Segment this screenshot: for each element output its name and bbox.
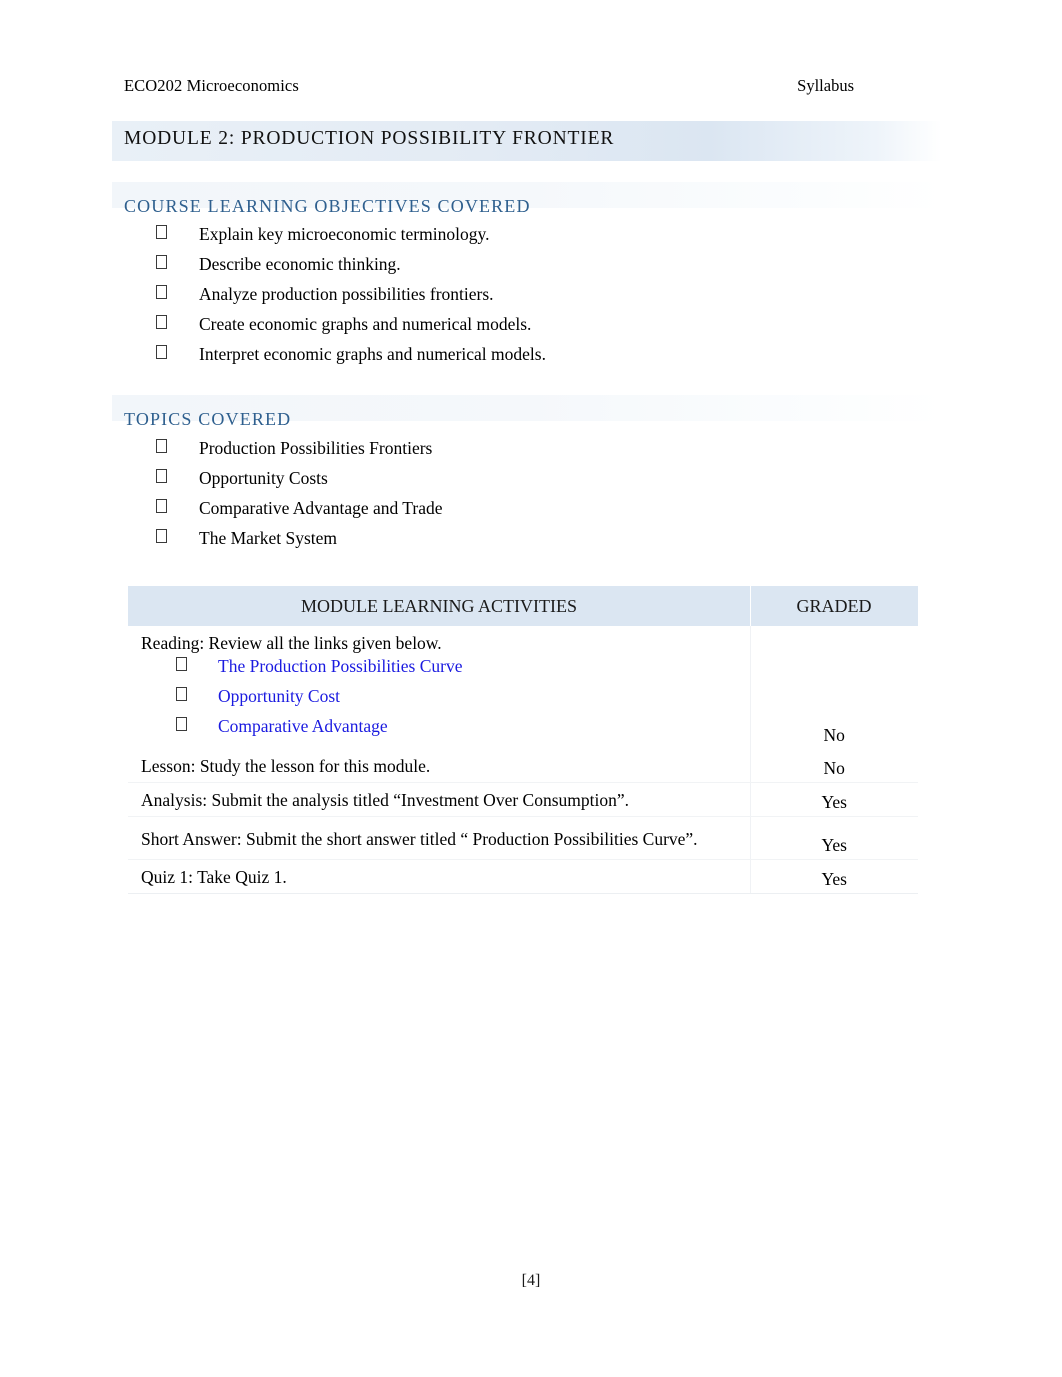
list-item-label: Interpret economic graphs and numerical … <box>199 344 546 364</box>
activity-cell: Short Answer: Submit the short answer ti… <box>128 816 751 861</box>
list-item-label: Describe economic thinking. <box>199 254 401 274</box>
graded-value-cell: No <box>750 749 918 783</box>
column-header-graded: GRADED <box>750 586 918 626</box>
bullet-box-icon <box>156 225 167 239</box>
list-item: Describe economic thinking. <box>124 254 884 284</box>
table-row: Lesson: Study the lesson for this module… <box>128 749 918 783</box>
list-item-label: Analyze production possibilities frontie… <box>199 284 494 304</box>
table-row: Reading: Review all the links given belo… <box>128 626 918 749</box>
bullet-box-icon <box>156 499 167 513</box>
bullet-box-icon <box>156 255 167 269</box>
course-name: ECO202 Microeconomics <box>124 76 299 95</box>
document-running-header: ECO202 Microeconomics Syllabus <box>124 76 938 96</box>
module-title: MODULE 2: PRODUCTION POSSIBILITY FRONTIE… <box>124 128 615 149</box>
table-row: Short Answer: Submit the short answer ti… <box>128 816 918 861</box>
reading-link-row: Opportunity Cost <box>141 686 740 716</box>
column-header-activities: MODULE LEARNING ACTIVITIES <box>128 586 750 626</box>
list-item-label: Create economic graphs and numerical mod… <box>199 314 532 334</box>
reading-intro-text: Reading: Review all the links given belo… <box>141 633 442 653</box>
page-number: [4] <box>521 1272 541 1289</box>
document-page: ECO202 Microeconomics Syllabus MODULE 2:… <box>0 0 1062 1377</box>
activity-text: Analysis: Submit the analysis titled “In… <box>141 790 630 810</box>
link-comparative-advantage[interactable]: Comparative Advantage <box>218 716 388 737</box>
bullet-box-icon <box>176 717 187 731</box>
bullet-box-icon <box>176 687 187 701</box>
module-activities-table: MODULE LEARNING ACTIVITIES GRADED Readin… <box>128 586 918 895</box>
objectives-list: Explain key microeconomic terminology. D… <box>124 224 884 374</box>
reading-activity-cell: Reading: Review all the links given belo… <box>128 626 751 749</box>
list-item: Create economic graphs and numerical mod… <box>124 314 884 344</box>
bullet-box-icon <box>176 657 187 671</box>
bullet-box-icon <box>156 315 167 329</box>
topics-list: Production Possibilities Frontiers Oppor… <box>124 438 884 558</box>
graded-value-cell: No <box>823 725 845 745</box>
list-item: Explain key microeconomic terminology. <box>124 224 884 254</box>
table-row: Analysis: Submit the analysis titled “In… <box>128 782 918 817</box>
activity-cell: Analysis: Submit the analysis titled “In… <box>128 782 751 817</box>
graded-value-cell: Yes <box>750 782 918 817</box>
list-item-label: Comparative Advantage and Trade <box>199 498 443 518</box>
activity-cell: Lesson: Study the lesson for this module… <box>128 749 751 783</box>
list-item-label: The Market System <box>199 528 338 548</box>
link-production-possibilities-curve[interactable]: The Production Possibilities Curve <box>218 656 463 677</box>
graded-value-cell: Yes <box>750 816 918 861</box>
document-kind: Syllabus <box>797 76 854 95</box>
table-row: Quiz 1: Take Quiz 1. Yes <box>128 859 918 895</box>
list-item: The Market System <box>124 528 884 558</box>
activity-text: Lesson: Study the lesson for this module… <box>141 756 431 776</box>
list-item-label: Opportunity Costs <box>199 468 328 488</box>
list-item: Analyze production possibilities frontie… <box>124 284 884 314</box>
graded-value-cell: Yes <box>750 859 918 895</box>
objectives-heading: COURSE LEARNING OBJECTIVES COVERED <box>124 196 531 216</box>
list-item: Interpret economic graphs and numerical … <box>124 344 884 374</box>
list-item-label: Production Possibilities Frontiers <box>199 438 433 458</box>
table-header-row: MODULE LEARNING ACTIVITIES GRADED <box>128 586 918 626</box>
bullet-box-icon <box>156 529 167 543</box>
reading-link-row: Comparative Advantage <box>141 716 740 746</box>
module-activities-table-wrapper: MODULE LEARNING ACTIVITIES GRADED Readin… <box>128 586 918 895</box>
list-item: Comparative Advantage and Trade <box>124 498 884 528</box>
link-opportunity-cost[interactable]: Opportunity Cost <box>218 686 340 707</box>
bullet-box-icon <box>156 439 167 453</box>
list-item: Opportunity Costs <box>124 468 884 498</box>
activity-cell: Quiz 1: Take Quiz 1. <box>128 859 751 895</box>
reading-link-row: The Production Possibilities Curve <box>141 656 740 686</box>
list-item: Production Possibilities Frontiers <box>124 438 884 468</box>
bullet-box-icon <box>156 345 167 359</box>
activity-text: Short Answer: Submit the short answer ti… <box>141 829 698 849</box>
activity-text: Quiz 1: Take Quiz 1. <box>141 867 287 888</box>
list-item-label: Explain key microeconomic terminology. <box>199 224 490 244</box>
topics-heading: TOPICS COVERED <box>124 409 292 429</box>
bullet-box-icon <box>156 469 167 483</box>
bullet-box-icon <box>156 285 167 299</box>
